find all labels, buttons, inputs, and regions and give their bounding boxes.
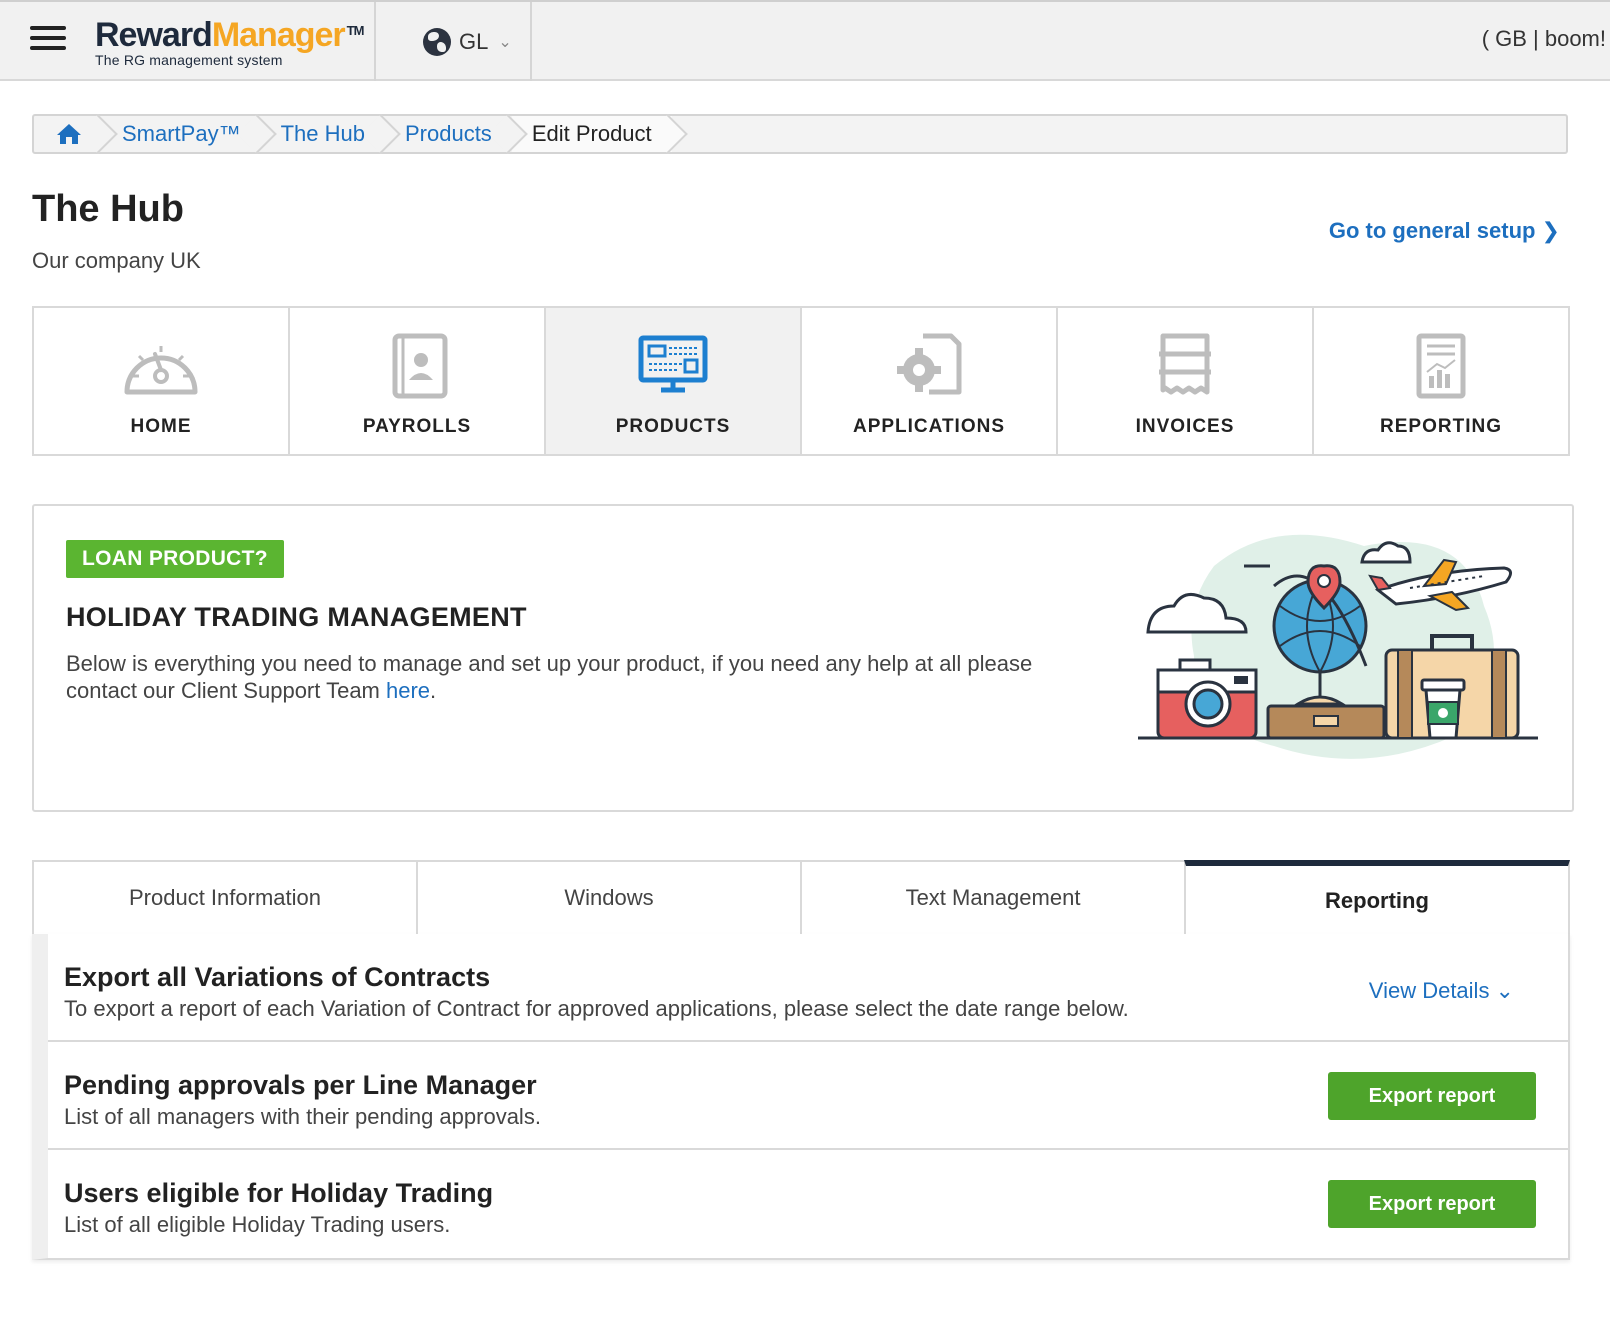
tile-products[interactable]: PRODUCTS: [546, 308, 802, 454]
module-nav: HOME PAYROLLS PRODUCTS APPLICATIONS INVO…: [32, 306, 1570, 456]
tile-payrolls-label: PAYROLLS: [362, 416, 472, 437]
logo-subtitle: The RG management system: [95, 52, 283, 68]
product-tabs: Product Information Windows Text Managem…: [32, 860, 1570, 936]
breadcrumb-link-products[interactable]: Products: [405, 121, 492, 147]
product-description-text: Below is everything you need to manage a…: [66, 651, 1033, 703]
tile-reporting-label: REPORTING: [1380, 416, 1502, 437]
logo[interactable]: RewardManager TM The RG management system: [95, 16, 365, 68]
logo-manager: Manager: [211, 16, 346, 54]
contact-book-icon: [392, 333, 448, 399]
tab-reporting[interactable]: Reporting: [1184, 860, 1570, 936]
gear-document-icon: [897, 333, 962, 395]
breadcrumb: SmartPay™ The Hub Products Edit Product: [32, 114, 1568, 154]
tile-applications[interactable]: APPLICATIONS: [802, 308, 1058, 454]
report-row: Export all Variations of Contracts To ex…: [48, 934, 1568, 1042]
hamburger-menu-icon[interactable]: [30, 26, 66, 54]
tile-reporting[interactable]: REPORTING: [1314, 308, 1568, 454]
report-title: Users eligible for Holiday Trading: [64, 1178, 494, 1208]
view-details-link[interactable]: View Details ⌄: [1369, 978, 1514, 1004]
divider: [530, 2, 532, 81]
product-description: Below is everything you need to manage a…: [66, 650, 1066, 704]
report-row: Pending approvals per Line Manager List …: [48, 1042, 1568, 1150]
export-report-button[interactable]: Export report: [1328, 1180, 1536, 1228]
tab-text-management[interactable]: Text Management: [800, 860, 1184, 936]
reports-list: Export all Variations of Contracts To ex…: [32, 934, 1570, 1260]
loan-product-badge: LOAN PRODUCT?: [66, 540, 284, 578]
user-info[interactable]: ( GB | boom!: [1482, 26, 1606, 52]
client-support-link[interactable]: here: [386, 678, 430, 703]
dashboard-gauge-icon: [124, 346, 198, 395]
page-subtitle: Our company UK: [32, 248, 201, 273]
report-title: Pending approvals per Line Manager: [64, 1070, 537, 1100]
breadcrumb-current-label: Edit Product: [531, 121, 652, 146]
page-title: The Hub: [32, 188, 184, 230]
logo-reward: Reward: [95, 16, 213, 54]
breadcrumb-item[interactable]: Products: [385, 116, 512, 152]
report-title: Export all Variations of Contracts: [64, 962, 491, 992]
report-row: Users eligible for Holiday Trading List …: [48, 1150, 1568, 1258]
home-icon: [57, 124, 81, 144]
logo-tm: TM: [346, 23, 365, 38]
monitor-icon: [638, 335, 708, 393]
general-setup-link[interactable]: Go to general setup ❯: [1329, 218, 1560, 244]
tile-payrolls[interactable]: PAYROLLS: [290, 308, 546, 454]
product-card: LOAN PRODUCT? HOLIDAY TRADING MANAGEMENT…: [32, 504, 1574, 812]
region-label: GL: [459, 29, 489, 54]
breadcrumb-link-the-hub[interactable]: The Hub: [281, 121, 365, 147]
product-description-suffix: .: [430, 678, 437, 703]
top-bar: RewardManager TM The RG management system…: [0, 0, 1610, 81]
breadcrumb-item[interactable]: SmartPay™: [102, 116, 261, 152]
report-description: List of all managers with their pending …: [64, 1104, 541, 1129]
tile-applications-label: APPLICATIONS: [852, 416, 1006, 437]
report-description: To export a report of each Variation of …: [64, 996, 1129, 1021]
breadcrumb-item[interactable]: The Hub: [261, 116, 385, 152]
chevron-down-icon: ⌄: [498, 34, 512, 51]
globe-icon: [423, 28, 451, 56]
tab-windows[interactable]: Windows: [416, 860, 800, 936]
receipt-icon: [1159, 333, 1211, 395]
tile-products-label: PRODUCTS: [615, 416, 731, 437]
breadcrumb-home[interactable]: [34, 116, 102, 152]
travel-illustration: [1138, 534, 1538, 759]
report-chart-icon: [1416, 333, 1466, 399]
breadcrumb-link-smartpay[interactable]: SmartPay™: [122, 121, 241, 147]
tile-invoices-label: INVOICES: [1135, 416, 1235, 437]
breadcrumb-current: Edit Product: [511, 116, 672, 152]
divider: [374, 2, 376, 81]
region-selector[interactable]: GL ⌄: [423, 26, 512, 58]
tile-home[interactable]: HOME: [34, 308, 290, 454]
export-report-button[interactable]: Export report: [1328, 1072, 1536, 1120]
tile-home-label: HOME: [130, 416, 192, 437]
tab-product-information[interactable]: Product Information: [32, 860, 416, 936]
report-description: List of all eligible Holiday Trading use…: [64, 1212, 451, 1237]
product-heading: HOLIDAY TRADING MANAGEMENT: [66, 602, 527, 632]
tile-invoices[interactable]: INVOICES: [1058, 308, 1314, 454]
